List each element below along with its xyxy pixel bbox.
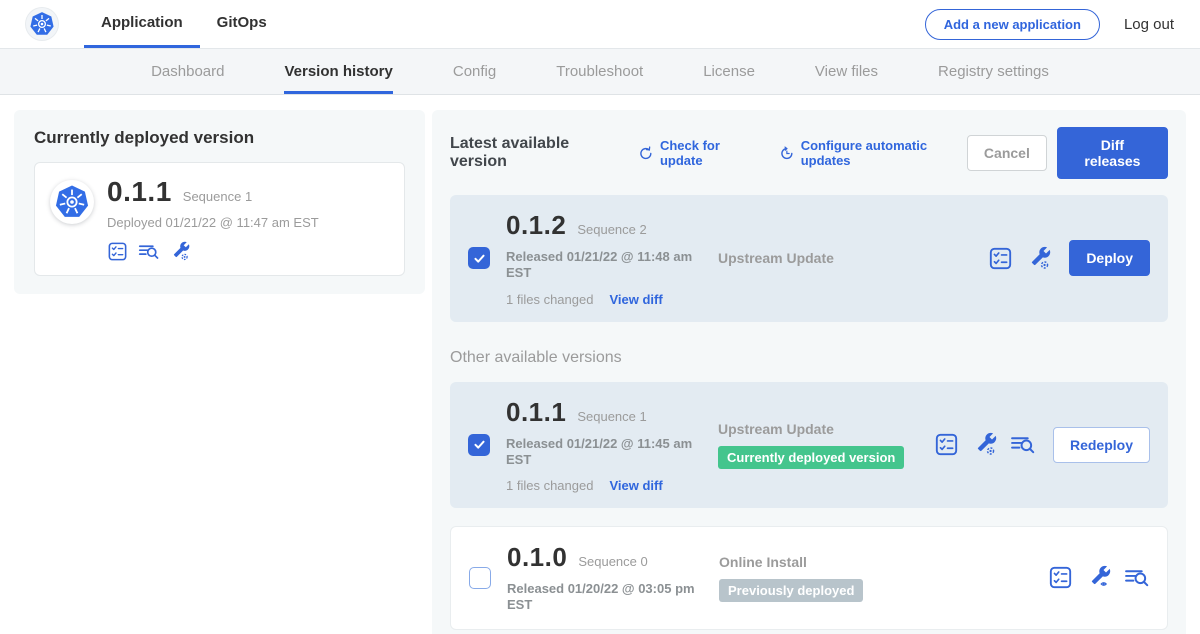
sequence-label: Sequence 0 — [578, 554, 647, 569]
files-changed-label: 1 files changed — [506, 292, 593, 307]
view-diff-link[interactable]: View diff — [609, 292, 662, 307]
preflight-checks-icon[interactable] — [107, 241, 128, 262]
tab-gitops-label: GitOps — [217, 14, 267, 31]
check-for-update-link[interactable]: Check for update — [638, 138, 758, 168]
version-checkbox[interactable] — [468, 434, 490, 456]
deploy-logs-icon[interactable] — [138, 241, 159, 262]
subnav-label: Registry settings — [938, 63, 1049, 80]
check-for-update-label: Check for update — [660, 138, 758, 168]
tab-application-label: Application — [101, 14, 183, 31]
deployed-timestamp: Deployed 01/21/22 @ 11:47 am EST — [107, 215, 319, 230]
schedule-update-icon — [779, 145, 795, 162]
subnav-tab-troubleshoot[interactable]: Troubleshoot — [556, 49, 643, 94]
tab-application[interactable]: Application — [84, 0, 200, 48]
other-versions-title: Other available versions — [450, 349, 1168, 367]
kubernetes-logo — [26, 8, 58, 40]
version-row-0.1.1: 0.1.1 Sequence 1 Released 01/21/22 @ 11:… — [450, 382, 1168, 509]
cancel-button[interactable]: Cancel — [967, 135, 1047, 171]
version-number: 0.1.0 — [507, 542, 567, 573]
version-source-label: Upstream Update — [718, 250, 978, 266]
subnav-tab-dashboard[interactable]: Dashboard — [151, 49, 224, 94]
subnav-tab-version-history[interactable]: Version history — [284, 49, 392, 94]
checkmark-icon — [472, 251, 487, 266]
version-row-0.1.2: 0.1.2 Sequence 2 Released 01/21/22 @ 11:… — [450, 195, 1168, 322]
subnav-label: Version history — [284, 63, 392, 80]
diff-releases-button[interactable]: Diff releases — [1057, 127, 1168, 179]
currently-deployed-title: Currently deployed version — [34, 128, 405, 148]
version-row-0.1.0: 0.1.0 Sequence 0 Released 01/20/22 @ 03:… — [450, 526, 1168, 630]
deploy-logs-icon[interactable] — [1010, 432, 1035, 457]
subnav-tab-registry-settings[interactable]: Registry settings — [938, 49, 1049, 94]
subnav-tab-license[interactable]: License — [703, 49, 755, 94]
checkmark-icon — [472, 437, 487, 452]
available-versions-card: Latest available version Check for updat… — [432, 110, 1186, 634]
subnav-tab-view-files[interactable]: View files — [815, 49, 878, 94]
refresh-icon — [638, 145, 654, 162]
top-nav: Application GitOps Add a new application… — [0, 0, 1200, 48]
configure-automatic-updates-label: Configure automatic updates — [801, 138, 967, 168]
subnav-label: Config — [453, 63, 496, 80]
released-timezone: EST — [506, 452, 718, 468]
kubernetes-helm-icon — [29, 11, 55, 37]
preflight-checks-icon[interactable] — [988, 246, 1013, 271]
sequence-label: Sequence 1 — [577, 409, 646, 424]
subnav-label: View files — [815, 63, 878, 80]
available-versions-header: Latest available version Check for updat… — [450, 127, 1168, 179]
deploy-button[interactable]: Deploy — [1069, 240, 1150, 276]
version-number: 0.1.1 — [506, 397, 566, 428]
files-changed-label: 1 files changed — [506, 478, 593, 493]
view-config-icon[interactable] — [1086, 565, 1111, 590]
deployed-version-card: 0.1.1 Sequence 1 Deployed 01/21/22 @ 11:… — [34, 162, 405, 276]
version-number: 0.1.2 — [506, 210, 566, 241]
sequence-label: Sequence 2 — [577, 222, 646, 237]
view-diff-link[interactable]: View diff — [609, 478, 662, 493]
app-switcher-tabs: Application GitOps — [84, 0, 284, 48]
config-icon[interactable] — [972, 432, 997, 457]
previously-deployed-badge: Previously deployed — [719, 579, 863, 602]
tab-gitops[interactable]: GitOps — [200, 0, 284, 48]
top-nav-right: Add a new application Log out — [925, 0, 1200, 48]
currently-deployed-badge: Currently deployed version — [718, 446, 904, 469]
kubernetes-helm-icon — [54, 184, 90, 220]
subnav-label: Troubleshoot — [556, 63, 643, 80]
preflight-checks-icon[interactable] — [1048, 565, 1073, 590]
deployed-sequence-label: Sequence 1 — [183, 189, 252, 204]
version-source-label: Online Install — [719, 554, 1038, 570]
released-timestamp: Released 01/21/22 @ 11:45 am — [506, 436, 718, 452]
redeploy-button[interactable]: Redeploy — [1053, 427, 1150, 463]
configure-automatic-updates-link[interactable]: Configure automatic updates — [779, 138, 967, 168]
version-source-label: Upstream Update — [718, 421, 924, 437]
released-timestamp: Released 01/20/22 @ 03:05 pm — [507, 581, 719, 597]
application-subnav: Dashboard Version history Config Trouble… — [0, 48, 1200, 95]
deploy-logs-icon[interactable] — [1124, 565, 1149, 590]
version-checkbox[interactable] — [469, 567, 491, 589]
latest-available-title: Latest available version — [450, 135, 617, 171]
released-timestamp: Released 01/21/22 @ 11:48 am — [506, 249, 718, 265]
subnav-tab-config[interactable]: Config — [453, 49, 496, 94]
currently-deployed-card: Currently deployed version 0.1.1 Sequenc… — [14, 110, 425, 294]
subnav-label: Dashboard — [151, 63, 224, 80]
main-content: Currently deployed version 0.1.1 Sequenc… — [0, 95, 1200, 634]
config-icon[interactable] — [169, 241, 190, 262]
released-timezone: EST — [507, 597, 719, 613]
app-icon — [50, 180, 94, 224]
version-checkbox[interactable] — [468, 247, 490, 269]
subnav-label: License — [703, 63, 755, 80]
preflight-checks-icon[interactable] — [934, 432, 959, 457]
released-timezone: EST — [506, 265, 718, 281]
add-application-button[interactable]: Add a new application — [925, 9, 1100, 40]
logout-link[interactable]: Log out — [1124, 16, 1174, 33]
deployed-version-number: 0.1.1 — [107, 176, 172, 208]
config-icon[interactable] — [1026, 246, 1051, 271]
